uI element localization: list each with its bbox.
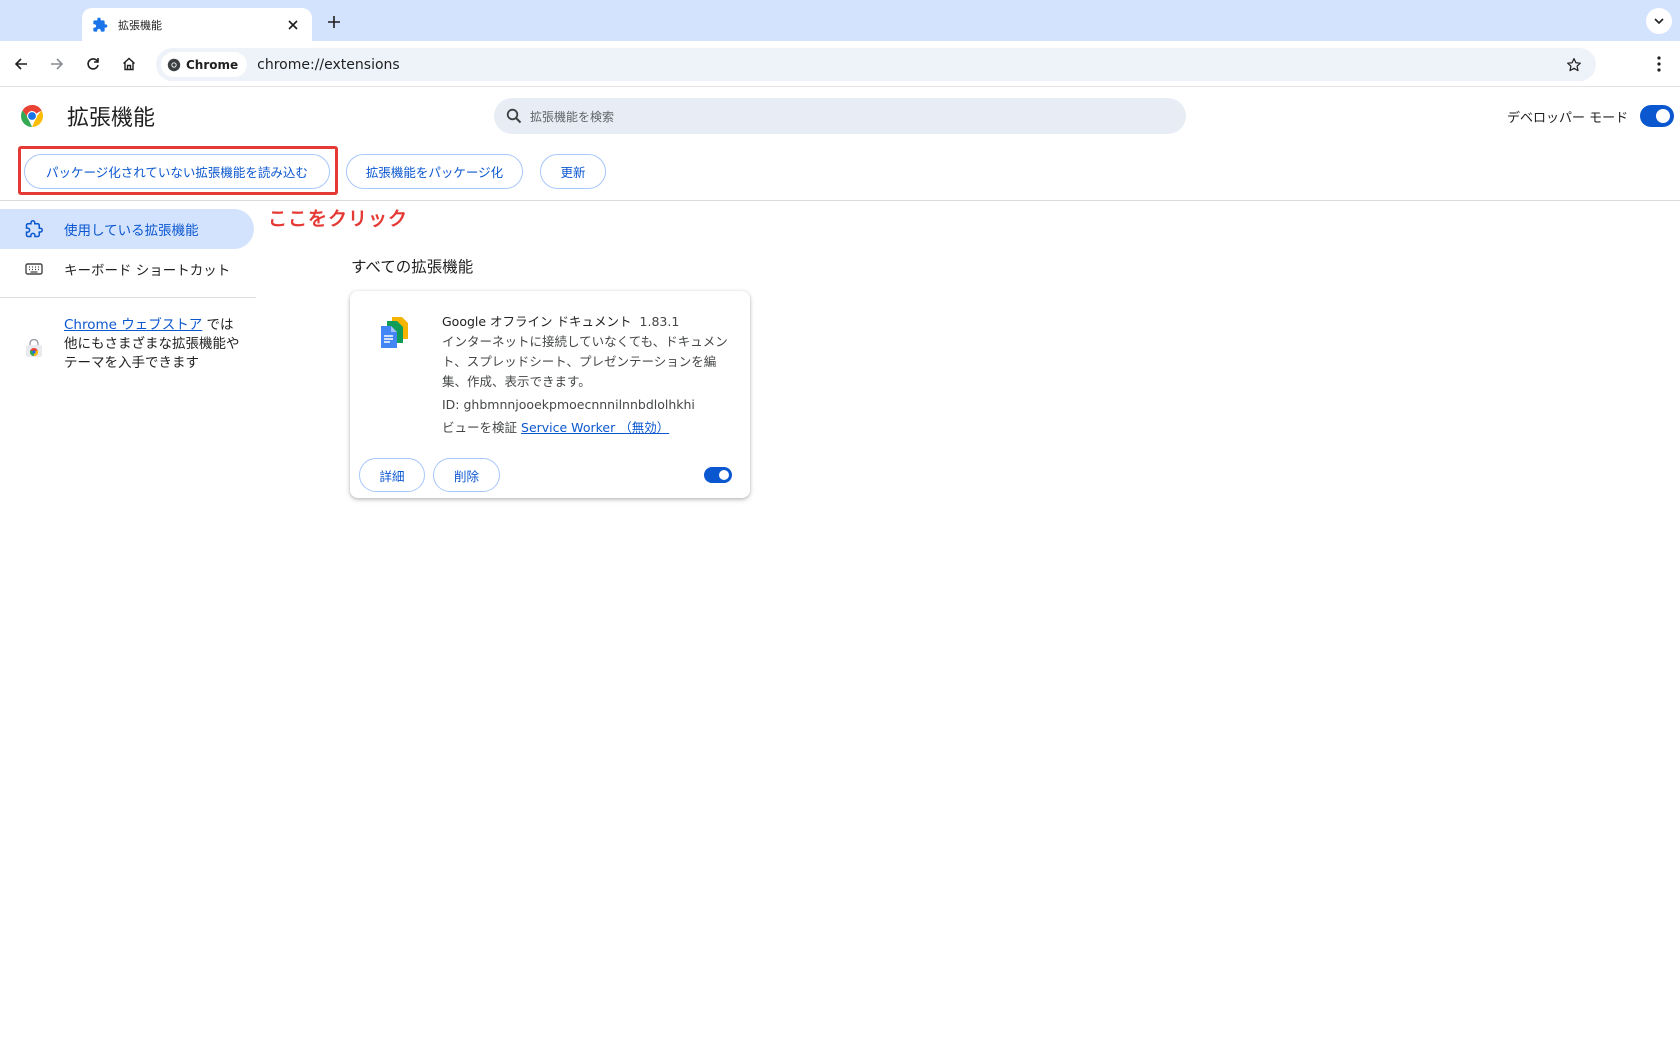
browser-toolbar: Chrome chrome://extensions [0,41,1680,87]
webstore-promo: Chrome ウェブストア では他にもさまざまな拡張機能やテーマを入手できます [24,316,244,373]
home-icon[interactable] [116,51,142,77]
google-docs-offline-icon [381,317,408,348]
extension-name-line: Google オフライン ドキュメント 1.83.1 [442,311,679,330]
search-input[interactable]: 拡張機能を検索 [494,98,1186,134]
header-divider [0,200,1680,201]
search-placeholder: 拡張機能を検索 [530,109,615,124]
forward-arrow-icon[interactable] [44,51,70,77]
sidebar-divider [0,297,256,298]
update-button[interactable]: 更新 [540,154,606,189]
extension-card: Google オフライン ドキュメント 1.83.1 インターネットに接続していな… [350,291,750,498]
site-chip-label: Chrome [186,57,239,72]
keyboard-icon [24,259,44,279]
inspect-views: ビューを検証 Service Worker （無効） [442,417,669,436]
section-title: すべての拡張機能 [351,258,474,276]
bookmark-star-icon[interactable] [1564,55,1584,75]
site-info-chip[interactable]: Chrome [161,52,248,77]
service-worker-link[interactable]: Service Worker （無効） [521,420,669,435]
chrome-logo-icon [21,105,43,127]
webstore-link[interactable]: Chrome ウェブストア [64,317,202,333]
webstore-icon [26,339,42,357]
remove-button[interactable]: 削除 [433,458,500,492]
back-arrow-icon[interactable] [8,51,34,77]
tab-strip: 拡張機能 [0,0,1680,41]
new-tab-button[interactable] [322,10,346,34]
url-text: chrome://extensions [257,56,400,73]
sidebar-item-label: キーボード ショートカット [64,263,231,279]
page-title: 拡張機能 [67,106,156,131]
extension-id: ID: ghbmnnjooekpmoecnnnilnnbdlolhkhi [442,397,695,412]
pack-extension-button[interactable]: 拡張機能をパッケージ化 [346,154,523,189]
tab-extensions[interactable]: 拡張機能 [82,8,312,41]
sidebar-item-label: 使用している拡張機能 [64,223,199,239]
developer-mode-toggle[interactable] [1640,105,1674,127]
sidebar-item-keyboard-shortcuts[interactable]: キーボード ショートカット [0,249,254,289]
inspect-views-label: ビューを検証 [442,420,518,435]
extension-version: 1.83.1 [639,314,680,329]
extension-name: Google オフライン ドキュメント [442,314,632,329]
annotation-highlight-box [18,146,338,195]
puzzle-piece-icon [92,17,108,33]
search-icon [506,108,522,124]
annotation-callout: ここをクリック [268,208,409,230]
reload-icon[interactable] [80,51,106,77]
chrome-icon [167,58,181,71]
tab-search-button[interactable] [1646,8,1672,34]
tab-title: 拡張機能 [118,18,162,32]
extension-description: インターネットに接続していなくても、ドキュメント、スプレッドシート、プレゼンテー… [442,334,728,389]
developer-mode-label: デベロッパー モード [1507,111,1629,126]
extension-icon [24,219,44,239]
details-button[interactable]: 詳細 [359,458,425,492]
address-bar[interactable]: Chrome chrome://extensions [156,48,1596,81]
more-menu-icon[interactable] [1646,51,1672,77]
extension-enable-toggle[interactable] [704,467,732,483]
close-tab-icon[interactable] [284,16,302,34]
sidebar-item-my-extensions[interactable]: 使用している拡張機能 [0,209,254,249]
